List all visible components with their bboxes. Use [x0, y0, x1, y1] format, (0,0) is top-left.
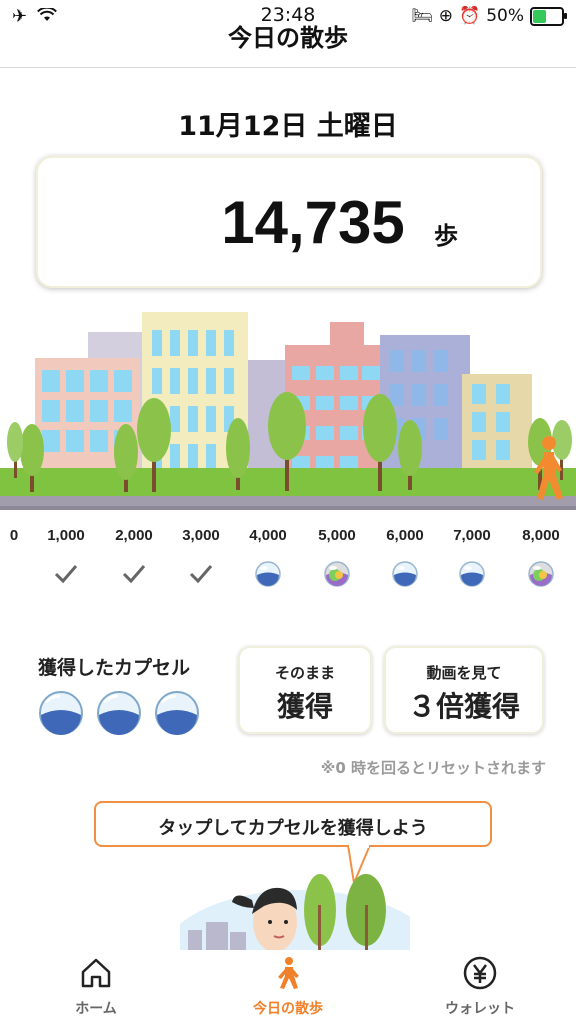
yen-icon	[463, 956, 497, 990]
tab-today-walk-label: 今日の散歩	[253, 1001, 323, 1017]
page-title: 今日の散歩	[228, 24, 348, 52]
blue-capsule-icon[interactable]	[391, 560, 419, 588]
earned-capsule-icon	[97, 691, 141, 735]
milestone-label: 6,000	[386, 527, 424, 544]
rainbow-capsule-icon[interactable]	[323, 560, 351, 588]
tab-bar: ホーム 今日の散歩 ウォレット	[0, 950, 576, 1024]
earned-capsules-title: 獲得したカプセル	[38, 657, 191, 679]
tap-hint-text: タップしてカプセルを獲得しよう	[158, 818, 428, 839]
step-unit: 歩	[434, 222, 458, 250]
tab-wallet-label: ウォレット	[445, 1001, 515, 1017]
tab-wallet[interactable]: ウォレット	[420, 956, 540, 1018]
triple-big-label: ３倍獲得	[407, 690, 520, 723]
milestone-label: 1,000	[47, 527, 85, 544]
checkmark-icon	[122, 565, 146, 584]
reset-note: ※0 時を回るとリセットされます	[320, 759, 546, 777]
header-divider	[0, 67, 576, 68]
claim-now-big-label: 獲得	[276, 690, 333, 723]
milestone-label: 5,000	[318, 527, 356, 544]
claim-now-button[interactable]: そのまま 獲得	[238, 646, 372, 734]
milestone-label: 7,000	[453, 527, 491, 544]
tab-home[interactable]: ホーム	[36, 956, 156, 1018]
claim-now-small-label: そのまま	[274, 664, 335, 682]
walking-icon	[278, 957, 299, 989]
triple-small-label: 動画を見て	[426, 664, 502, 682]
milestone-label: 3,000	[182, 527, 220, 544]
milestone-label: 2,000	[115, 527, 153, 544]
earned-capsule-icon	[155, 691, 199, 735]
checkmark-icon	[54, 565, 78, 584]
watch-video-triple-button[interactable]: 動画を見て ３倍獲得	[384, 646, 544, 734]
step-count: 14,735	[221, 189, 405, 256]
checkmark-icon	[189, 565, 213, 584]
milestone-label: 8,000	[522, 527, 560, 544]
earned-capsule-icon	[39, 691, 83, 735]
tab-home-label: ホーム	[75, 1001, 117, 1017]
step-count-card: 14,735 歩	[36, 156, 542, 288]
tab-today-walk[interactable]: 今日の散歩	[228, 956, 348, 1018]
character-illustration[interactable]	[180, 850, 410, 950]
rainbow-capsule-icon[interactable]	[527, 560, 555, 588]
blue-capsule-icon[interactable]	[254, 560, 282, 588]
home-icon	[81, 958, 111, 988]
city-scene-illustration	[0, 312, 576, 510]
tap-hint-bubble[interactable]: タップしてカプセルを獲得しよう	[94, 801, 492, 847]
milestone-label: 4,000	[249, 527, 287, 544]
blue-capsule-icon[interactable]	[458, 560, 486, 588]
date-label: 11月12日 土曜日	[178, 111, 398, 142]
